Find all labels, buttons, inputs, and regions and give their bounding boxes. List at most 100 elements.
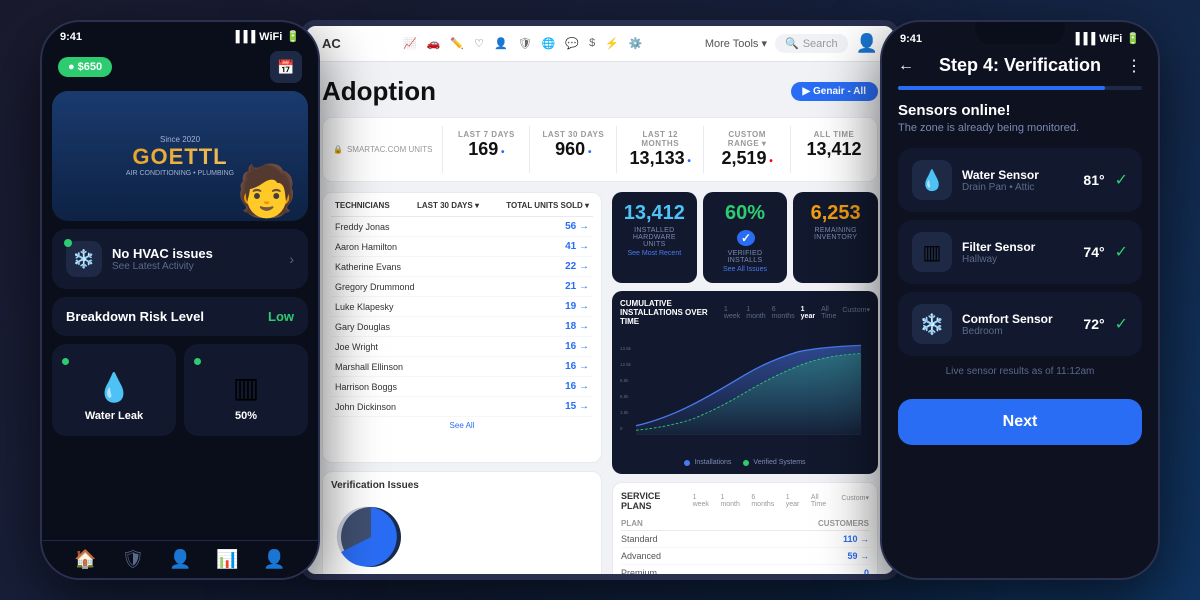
- dollar-icon[interactable]: $: [589, 37, 595, 50]
- metric-verified-link[interactable]: See All Issues: [713, 266, 778, 273]
- svg-text:0: 0: [620, 426, 623, 431]
- hvac-title: No HVAC issues: [112, 246, 213, 261]
- hvac-card[interactable]: ❄️ No HVAC issues See Latest Activity ›: [52, 229, 308, 289]
- nav-stats[interactable]: 📊: [216, 549, 238, 570]
- left-bottom-nav: 🏠 🛡 👤 📊 👤: [42, 540, 318, 578]
- hvac-status-dot: [64, 239, 72, 247]
- person-icon[interactable]: 👤: [494, 37, 508, 50]
- right-phone-notch: [975, 22, 1065, 44]
- sensor-list: 💧 Water Sensor Drain Pan • Attic 81° ✓ ▥…: [898, 148, 1142, 356]
- sp-tab-1week[interactable]: 1 week: [693, 494, 715, 508]
- back-button[interactable]: ←: [898, 57, 914, 75]
- wifi-icon: WiFi: [259, 31, 282, 43]
- chart-tab-1year[interactable]: 1 year: [801, 306, 815, 320]
- table-row: Harrison Boggs16 →: [331, 377, 593, 397]
- table-row: Luke Klapesky19 →: [331, 297, 593, 317]
- legend-verified-label: Verified Systems: [753, 459, 805, 466]
- risk-card: Breakdown Risk Level Low: [52, 297, 308, 336]
- connect-icon[interactable]: ⚡: [605, 37, 619, 50]
- sensor-filter: ▥ Filter Sensor Hallway 74° ✓: [898, 220, 1142, 284]
- heart-icon[interactable]: ♡: [474, 37, 484, 50]
- chart-tab-1month[interactable]: 1 month: [746, 306, 765, 320]
- stat-12months: LAST 12 MONTHS 13,133 •: [617, 126, 704, 173]
- sp-tab-1year[interactable]: 1 year: [786, 494, 805, 508]
- chart-legend: Installations Verified Systems: [620, 459, 870, 466]
- stat-alltime-number: 13,412: [799, 139, 869, 160]
- metric-installed-label: INSTALLED HARDWARE UNITS: [622, 227, 687, 248]
- user-avatar: 👤: [856, 33, 878, 54]
- tablet-logo: AC: [322, 36, 341, 51]
- table-row: John Dickinson15 →: [331, 397, 593, 417]
- water-sensor-temp: 81°: [1083, 172, 1104, 188]
- calendar-button[interactable]: 📅: [270, 51, 302, 83]
- list-item: Standard 110 →: [621, 531, 869, 548]
- stat-12months-number: 13,133 •: [625, 148, 695, 169]
- more-tools-button[interactable]: More Tools ▾: [705, 37, 767, 50]
- filter-card[interactable]: ▥ 50%: [184, 344, 308, 436]
- nav-account[interactable]: 👤: [263, 549, 285, 570]
- chart-icon[interactable]: 📈: [403, 37, 417, 50]
- more-options-button[interactable]: ⋮: [1126, 56, 1142, 76]
- mascot-icon: 🧑: [236, 162, 298, 221]
- filter-sensor-location: Hallway: [962, 254, 1073, 265]
- search-bar[interactable]: 🔍 Search: [775, 34, 848, 53]
- line-chart: 13.5k 12.5k 9.5k 6.5k 3.5k 0: [620, 330, 870, 450]
- tablet-top-bar: AC 📈 🚗 ✏️ ♡ 👤 🛡 🌐 💬 $ ⚡ ⚙️ More Tools ▾ …: [306, 26, 894, 62]
- sp-tab-6months[interactable]: 6 months: [751, 494, 779, 508]
- sp-tab-1month[interactable]: 1 month: [720, 494, 745, 508]
- scene: 9:41 ▐▐▐ WiFi 🔋 ● $650 📅 Since 2020 GOET…: [0, 0, 1200, 600]
- chart-tab-1week[interactable]: 1 week: [724, 306, 740, 320]
- stat-custom-number: 2,519 •: [712, 148, 782, 169]
- water-sensor-icon: 💧: [912, 160, 952, 200]
- hvac-text: No HVAC issues See Latest Activity: [112, 246, 213, 272]
- service-plans: SERVICE PLANS 1 week 1 month 6 months 1 …: [612, 482, 878, 574]
- water-leak-card[interactable]: 💧 Water Leak: [52, 344, 176, 436]
- nav-home[interactable]: 🏠: [74, 549, 96, 570]
- shield2-icon[interactable]: 🛡: [518, 37, 532, 50]
- stat-custom[interactable]: CUSTOM RANGE ▾ 2,519 •: [704, 126, 791, 173]
- goettl-hero: Since 2020 GOETTL AIR CONDITIONING • PLU…: [52, 91, 308, 221]
- nav-profile[interactable]: 👤: [169, 549, 191, 570]
- left-status-time: 9:41: [60, 31, 82, 43]
- balance-amount: $650: [78, 61, 102, 73]
- metric-inventory-label: REMAINING INVENTORY: [803, 227, 868, 241]
- bubble-icon[interactable]: 💬: [565, 37, 579, 50]
- car-icon[interactable]: 🚗: [427, 37, 441, 50]
- genair-badge[interactable]: ▶ Genair - All: [791, 82, 878, 101]
- edit-icon[interactable]: ✏️: [450, 37, 464, 50]
- sp-col-customers: CUSTOMERS: [818, 519, 869, 528]
- see-all-link[interactable]: See All: [331, 417, 593, 434]
- success-section: Sensors online! The zone is already bein…: [898, 102, 1142, 134]
- chart-tab-6months[interactable]: 6 months: [772, 306, 795, 320]
- metric-installed-link[interactable]: See Most Recent: [622, 250, 687, 257]
- stat-7days-number: 169 •: [451, 139, 521, 160]
- right-status-time: 9:41: [900, 33, 922, 45]
- metrics-row: 13,412 INSTALLED HARDWARE UNITS See Most…: [612, 192, 878, 283]
- hvac-left: ❄️ No HVAC issues See Latest Activity: [66, 241, 213, 277]
- chart-title-row: CUMULATIVE INSTALLATIONS OVER TIME 1 wee…: [620, 299, 870, 326]
- goettl-logo: Since 2020 GOETTL AIR CONDITIONING • PLU…: [126, 135, 234, 177]
- sensor-comfort: ❄️ Comfort Sensor Bedroom 72° ✓: [898, 292, 1142, 356]
- phone-notch: [135, 22, 225, 44]
- verified-badge: ✓: [737, 230, 755, 246]
- filter-sensor-info: Filter Sensor Hallway: [962, 240, 1073, 265]
- water-sensor-check: ✓: [1115, 170, 1128, 190]
- left-panel: TECHNICIANS LAST 30 DAYS ▾ TOTAL UNITS S…: [322, 192, 602, 574]
- sp-tab-alltime[interactable]: All Time: [811, 494, 836, 508]
- chart-tab-alltime[interactable]: All Time: [821, 306, 836, 320]
- sp-tabs: 1 week 1 month 6 months 1 year All Time …: [693, 494, 869, 508]
- sp-tab-custom[interactable]: Custom▾: [841, 494, 869, 508]
- comfort-sensor-check: ✓: [1115, 314, 1128, 334]
- risk-value: Low: [268, 309, 294, 324]
- chart-tab-custom[interactable]: Custom▾: [842, 306, 870, 320]
- stat-12months-period: LAST 12 MONTHS: [625, 130, 695, 148]
- comfort-sensor-temp: 72°: [1083, 316, 1104, 332]
- water-dot: [62, 358, 69, 365]
- globe-icon[interactable]: 🌐: [542, 37, 556, 50]
- tablet-right-tools: More Tools ▾ 🔍 Search 👤: [705, 33, 878, 54]
- settings-icon[interactable]: ⚙️: [629, 37, 643, 50]
- nav-shield[interactable]: 🛡: [121, 549, 144, 570]
- hvac-icon: ❄️: [73, 249, 95, 270]
- table-row: Freddy Jonas56 →: [331, 217, 593, 237]
- next-button[interactable]: Next: [898, 399, 1142, 445]
